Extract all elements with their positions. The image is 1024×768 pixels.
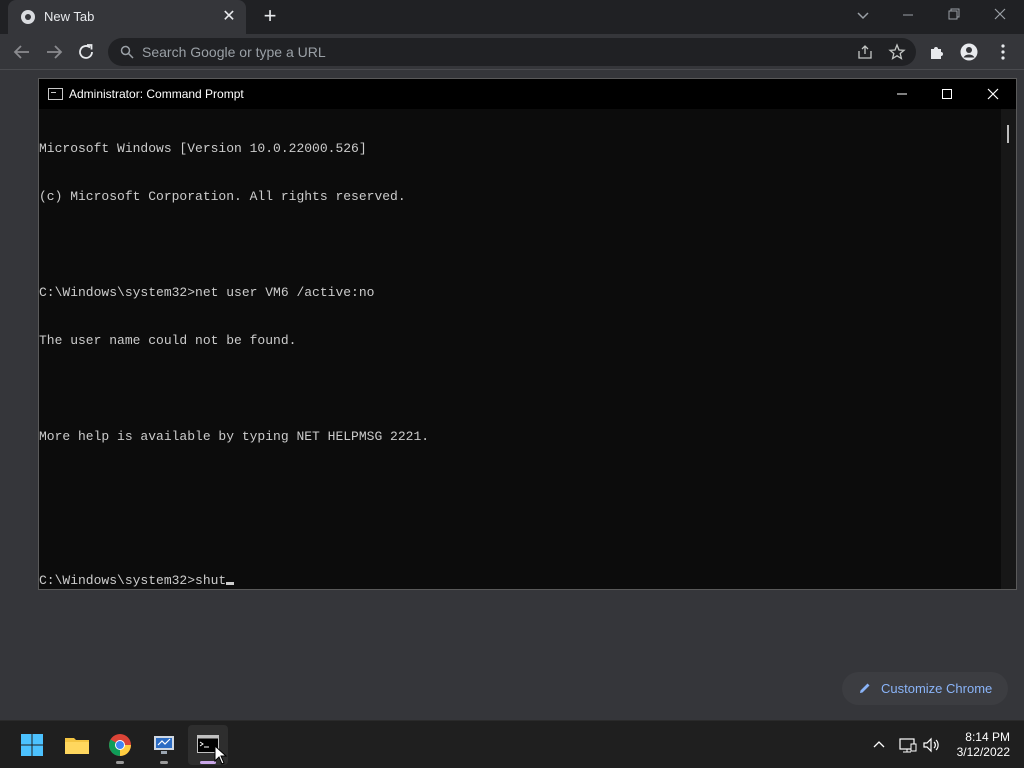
customize-chrome-label: Customize Chrome [881,681,993,696]
more-vertical-icon[interactable] [994,43,1012,61]
tab-title: New Tab [44,9,95,24]
cmd-maximize-icon[interactable] [932,83,962,105]
cmd-scrollbar-thumb[interactable] [1007,125,1009,143]
remote-desktop-icon [154,736,174,754]
start-button[interactable] [12,725,52,765]
share-icon[interactable] [856,43,874,61]
console-line: The user name could not be found. [39,333,297,348]
cmd-title: Administrator: Command Prompt [69,87,244,101]
taskbar-chrome[interactable] [100,725,140,765]
windows-taskbar: 8:14 PM 3/12/2022 [0,720,1024,768]
cmd-scrollbar[interactable] [1001,109,1016,589]
network-icon[interactable] [898,736,918,754]
bookmark-star-icon[interactable] [888,43,906,61]
running-indicator [116,761,124,764]
search-icon [120,45,134,59]
prompt-text: C:\Windows\system32>shut [39,573,227,588]
volume-icon[interactable] [922,736,942,754]
back-arrow-icon[interactable] [10,40,34,64]
tab-new-tab[interactable]: New Tab ✕ [8,0,246,34]
cmd-titlebar[interactable]: Administrator: Command Prompt [39,79,1016,109]
clock-time: 8:14 PM [965,730,1010,744]
chrome-tab-strip: New Tab ✕ + [0,0,1024,34]
text-cursor [226,582,235,585]
window-minimize-icon[interactable] [896,4,920,26]
console-line: More help is available by typing NET HEL… [39,429,430,444]
tab-close-icon[interactable]: ✕ [219,7,239,27]
tab-search-chevron-icon[interactable] [854,6,872,24]
profile-avatar-icon[interactable] [960,43,978,61]
chrome-icon [109,734,131,756]
extensions-puzzle-icon[interactable] [928,43,946,61]
reload-icon[interactable] [74,40,98,64]
customize-chrome-button[interactable]: Customize Chrome [842,672,1008,705]
forward-arrow-icon[interactable] [42,40,66,64]
taskbar-remote-desktop[interactable] [144,725,184,765]
console-prompt-line[interactable]: C:\Windows\system32>shut [39,573,1001,589]
system-clock[interactable]: 8:14 PM 3/12/2022 [950,730,1010,760]
cmd-window-icon [48,88,63,100]
file-explorer-icon [65,738,89,754]
clock-date: 3/12/2022 [956,745,1010,759]
pencil-icon [860,683,870,693]
chrome-favicon-icon [21,10,35,24]
cmd-close-icon[interactable] [978,83,1008,105]
console-output[interactable]: Microsoft Windows [Version 10.0.22000.52… [39,109,1001,589]
cmd-minimize-icon[interactable] [887,83,917,105]
omnibox[interactable]: Search Google or type a URL [108,38,916,66]
window-close-icon[interactable] [988,4,1012,26]
chrome-toolbar: Search Google or type a URL [0,34,1024,70]
window-restore-icon[interactable] [942,4,966,26]
console-line: C:\Windows\system32>net user VM6 /active… [39,285,375,300]
mouse-cursor-icon [214,745,228,765]
show-hidden-icons-chevron-icon[interactable] [870,736,888,754]
console-line: Microsoft Windows [Version 10.0.22000.52… [39,141,367,156]
console-line: (c) Microsoft Corporation. All rights re… [39,189,406,204]
running-indicator [160,761,168,764]
start-icon [21,734,43,756]
taskbar-file-explorer[interactable] [57,725,97,765]
new-tab-button[interactable]: + [258,5,282,29]
command-prompt-window[interactable]: Administrator: Command Prompt Microsoft … [38,78,1017,590]
omnibox-placeholder: Search Google or type a URL [142,44,326,60]
